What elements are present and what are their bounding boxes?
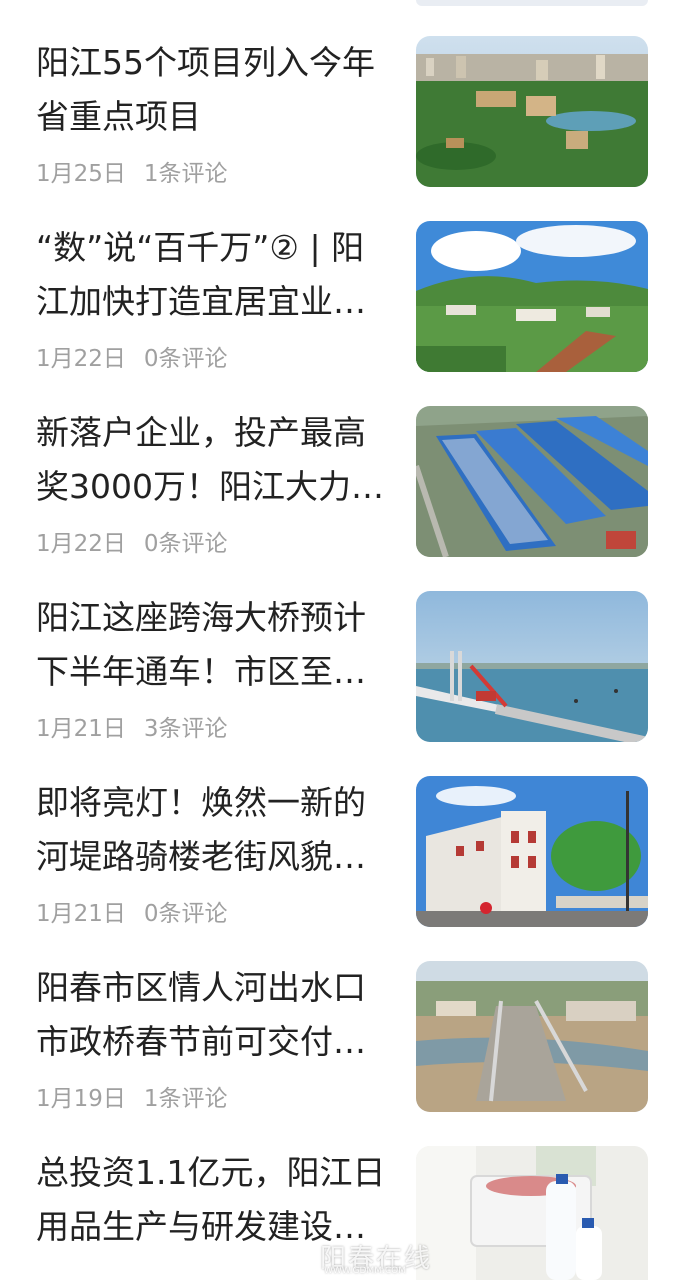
- city-aerial-image[interactable]: [416, 36, 648, 187]
- previous-item-thumbnail-edge: [416, 0, 648, 6]
- watermark-logo-icon: [252, 1243, 308, 1273]
- news-date: 1月21日: [36, 901, 126, 927]
- news-item[interactable]: 阳江55个项目列入今年省重点项目 1月25日 1条评论: [0, 36, 681, 221]
- news-date: 1月21日: [36, 716, 126, 742]
- news-item[interactable]: 阳江这座跨海大桥预计下半年通车！市区至海陵岛更便捷 1月21日 3条评论: [0, 591, 681, 776]
- news-comment-count: 1条评论: [143, 1086, 228, 1112]
- news-item[interactable]: 即将亮灯！焕然一新的河堤路骑楼老街风貌重现 1月21日 0条评论: [0, 776, 681, 961]
- news-meta: 1月21日 3条评论: [36, 709, 228, 743]
- news-item[interactable]: 新落户企业，投产最高奖3000万！阳江大力招商引资 1月22日 0条评论: [0, 406, 681, 591]
- news-meta: 1月25日 1条评论: [36, 154, 228, 188]
- news-date: 1月22日: [36, 346, 126, 372]
- news-comment-count: 0条评论: [143, 901, 228, 927]
- news-meta: 1月21日 0条评论: [36, 894, 228, 928]
- site-watermark: 阳春在线 WWW.GDMM.COM: [250, 1238, 450, 1278]
- news-comment-count: 0条评论: [143, 346, 228, 372]
- news-item[interactable]: 阳春市区情人河出水口市政桥春节前可交付使用 1月19日 1条评论: [0, 961, 681, 1146]
- news-comment-count: 3条评论: [143, 716, 228, 742]
- daily-products-image[interactable]: [416, 1146, 648, 1280]
- news-meta: 1月22日 0条评论: [36, 524, 228, 558]
- news-title: 新落户企业，投产最高奖3000万！阳江大力招商引资: [36, 413, 384, 506]
- news-date: 1月22日: [36, 531, 126, 557]
- village-landscape-image[interactable]: [416, 221, 648, 372]
- watermark-url: WWW.GDMM.COM: [324, 1266, 406, 1276]
- news-date: 1月25日: [36, 161, 126, 187]
- sea-bridge-image[interactable]: [416, 591, 648, 742]
- news-meta: 1月19日 1条评论: [36, 1079, 228, 1113]
- news-meta: 1月22日 0条评论: [36, 339, 228, 373]
- factory-aerial-image[interactable]: [416, 406, 648, 557]
- news-title: 阳江55个项目列入今年省重点项目: [36, 43, 375, 136]
- news-date: 1月19日: [36, 1086, 126, 1112]
- news-title: “数”说“百千万”② | 阳江加快打造宜居宜业和美乡村: [36, 228, 366, 321]
- bridge-construction-image[interactable]: [416, 961, 648, 1112]
- news-item[interactable]: “数”说“百千万”② | 阳江加快打造宜居宜业和美乡村 1月22日 0条评论: [0, 221, 681, 406]
- news-title: 阳江这座跨海大桥预计下半年通车！市区至海陵岛更便捷: [36, 598, 366, 691]
- arcade-street-image[interactable]: [416, 776, 648, 927]
- news-comment-count: 0条评论: [143, 531, 228, 557]
- news-title: 即将亮灯！焕然一新的河堤路骑楼老街风貌重现: [36, 783, 366, 876]
- news-comment-count: 1条评论: [143, 161, 228, 187]
- news-feed: 阳江55个项目列入今年省重点项目 1月25日 1条评论 “数”说“百千万”② |…: [0, 0, 681, 1280]
- news-title: 阳春市区情人河出水口市政桥春节前可交付使用: [36, 968, 366, 1061]
